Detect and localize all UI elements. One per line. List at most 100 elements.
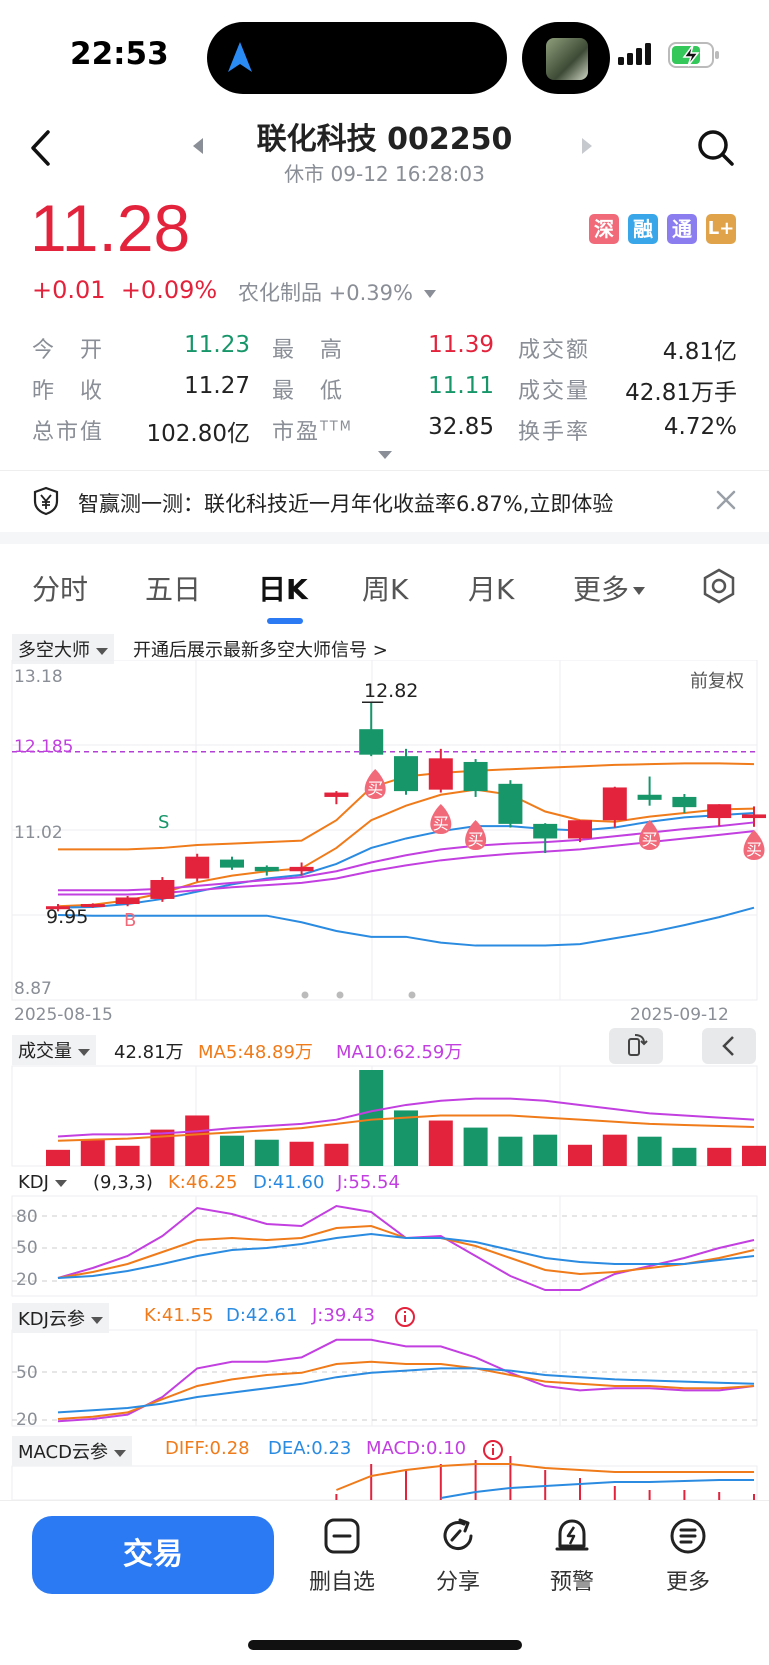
sector-text: 农化制品 +0.39% <box>238 281 413 305</box>
volume-bar <box>428 1120 453 1166</box>
rotate-screen-button[interactable] <box>609 1028 663 1064</box>
stat-value-high: 11.39 <box>428 332 494 358</box>
kdj-cloud-d-value: D:42.61 <box>226 1305 298 1326</box>
stat-label-volume: 成交量 <box>518 379 591 404</box>
kdj-cloud-indicator-label: KDJ云参 <box>18 1309 85 1330</box>
stat-value-open: 11.23 <box>184 332 250 358</box>
macd-cloud-indicator-label: MACD云参 <box>18 1442 108 1463</box>
home-indicator <box>248 1640 522 1650</box>
trade-button[interactable]: 交易 <box>32 1516 274 1594</box>
tab-more[interactable]: 更多 <box>573 568 646 608</box>
expand-stats-icon[interactable] <box>378 451 392 459</box>
macd-diff-value: DIFF:0.28 <box>165 1438 250 1459</box>
candle-body <box>463 761 488 792</box>
stat-label-high: 最 高 <box>272 338 345 363</box>
candle-body <box>428 758 453 790</box>
buy-signal-text: 买 <box>746 840 762 859</box>
volume-ma5: MA5:48.89万 <box>198 1042 313 1063</box>
badge-tong[interactable]: 通 <box>667 214 697 244</box>
alert-button[interactable]: 预警 <box>532 1516 612 1596</box>
stat-value-volume: 42.81万手 <box>625 380 737 406</box>
tab-five-day[interactable]: 五日 <box>145 568 201 608</box>
candle-body <box>254 866 279 872</box>
ttm-superscript: TTM <box>320 419 353 435</box>
volume-bar <box>602 1134 627 1166</box>
divider <box>0 470 769 471</box>
kdj-cloud-line-2 <box>57 1367 755 1414</box>
sell-signal-label: S <box>158 812 170 833</box>
kdj-level-20: 20 <box>16 1270 38 1290</box>
market-status: 休市 09-12 16:28:03 <box>284 162 485 186</box>
info-icon[interactable] <box>482 1439 504 1461</box>
settings-icon[interactable] <box>702 568 736 604</box>
buy-signal-text: 买 <box>433 814 449 833</box>
macd-dea-value: DEA:0.23 <box>268 1438 352 1459</box>
candle-body <box>498 783 523 824</box>
stat-label-amount: 成交额 <box>518 338 591 363</box>
date-end-label: 2025-09-12 <box>630 1005 729 1025</box>
tab-weekly-k[interactable]: 周K <box>362 568 408 608</box>
share-label: 分享 <box>435 1570 480 1595</box>
dynamic-island <box>207 22 507 94</box>
alert-label: 预警 <box>549 1570 594 1595</box>
buy-signal-text: 买 <box>367 779 383 798</box>
kdj-level-50: 50 <box>16 1238 38 1258</box>
volume-bar <box>707 1147 732 1166</box>
indicator-selector-volume[interactable]: 成交量 <box>12 1035 96 1065</box>
promo-text: 智赢测一测：联化科技近一月年化收益率6.87%,立即体验 <box>78 492 614 516</box>
kline-chart[interactable]: 买买买 买买 <box>0 660 769 1510</box>
search-icon[interactable] <box>696 128 736 168</box>
volume-bar <box>742 1145 766 1166</box>
indicator-promo-link[interactable]: 开通后展示最新多空大师信号 > <box>133 636 388 662</box>
more-button[interactable]: 更多 <box>648 1516 728 1596</box>
album-art-icon <box>546 38 588 80</box>
candle-body <box>742 814 766 819</box>
badge-level2[interactable]: L+ <box>706 214 736 244</box>
info-icon[interactable] <box>394 1306 416 1328</box>
section-gap <box>0 532 769 544</box>
adjust-mode-label[interactable]: 前复权 <box>690 667 744 693</box>
volume-bar <box>254 1139 279 1166</box>
kdj-cloud-k-value: K:41.55 <box>144 1305 214 1326</box>
kdj-level-80: 80 <box>16 1207 38 1227</box>
indicator-selector-macd-cloud[interactable]: MACD云参 <box>12 1436 132 1466</box>
remove-watchlist-label: 删自选 <box>308 1570 375 1595</box>
stat-value-pe: 32.85 <box>428 414 494 440</box>
candle-body <box>602 787 627 821</box>
stat-value-prev-close: 11.27 <box>184 373 250 399</box>
collapse-panel-button[interactable] <box>702 1028 756 1064</box>
next-stock-arrow-icon[interactable] <box>582 138 592 154</box>
tab-more-caret-icon <box>633 587 646 595</box>
volume-bar <box>463 1127 488 1166</box>
active-tab-indicator <box>267 618 303 624</box>
stat-label-turnover: 换手率 <box>518 420 591 445</box>
volume-bar <box>568 1144 592 1166</box>
change-percent: +0.09% <box>120 276 218 304</box>
battery-charging-icon <box>668 42 719 68</box>
sector-link[interactable]: 农化制品 +0.39% <box>238 277 436 307</box>
stat-value-turnover: 4.72% <box>663 414 737 440</box>
macd-dea-line <box>440 1479 754 1499</box>
indicator-selector-kdj[interactable]: KDJ <box>12 1170 73 1195</box>
share-icon <box>443 1518 473 1551</box>
tab-intraday[interactable]: 分时 <box>32 568 88 608</box>
max-price-annotation: 12.82 <box>364 680 419 702</box>
share-button[interactable]: 分享 <box>418 1516 498 1596</box>
alert-bell-icon <box>555 1519 589 1551</box>
macd-value: MACD:0.10 <box>366 1438 467 1459</box>
stat-value-amount: 4.81亿 <box>662 339 737 365</box>
remove-watchlist-button[interactable]: 删自选 <box>302 1516 382 1596</box>
kdj-d-value: D:41.60 <box>253 1172 325 1193</box>
buy-signal-text: 买 <box>642 830 658 849</box>
indicator-selector-kdj-cloud[interactable]: KDJ云参 <box>12 1303 109 1333</box>
status-time: 22:53 <box>70 36 169 72</box>
badge-shen[interactable]: 深 <box>589 214 619 244</box>
tab-monthly-k[interactable]: 月K <box>468 568 514 608</box>
y-axis-marker-label: 12.185 <box>14 737 74 757</box>
indicator-main-caret-icon <box>96 647 108 655</box>
tab-daily-k[interactable]: 日K <box>258 568 308 608</box>
badge-rong[interactable]: 融 <box>628 214 658 244</box>
kdj-cloud-level-20: 20 <box>16 1410 38 1430</box>
volume-indicator-label: 成交量 <box>18 1041 72 1062</box>
close-icon[interactable] <box>714 488 738 512</box>
